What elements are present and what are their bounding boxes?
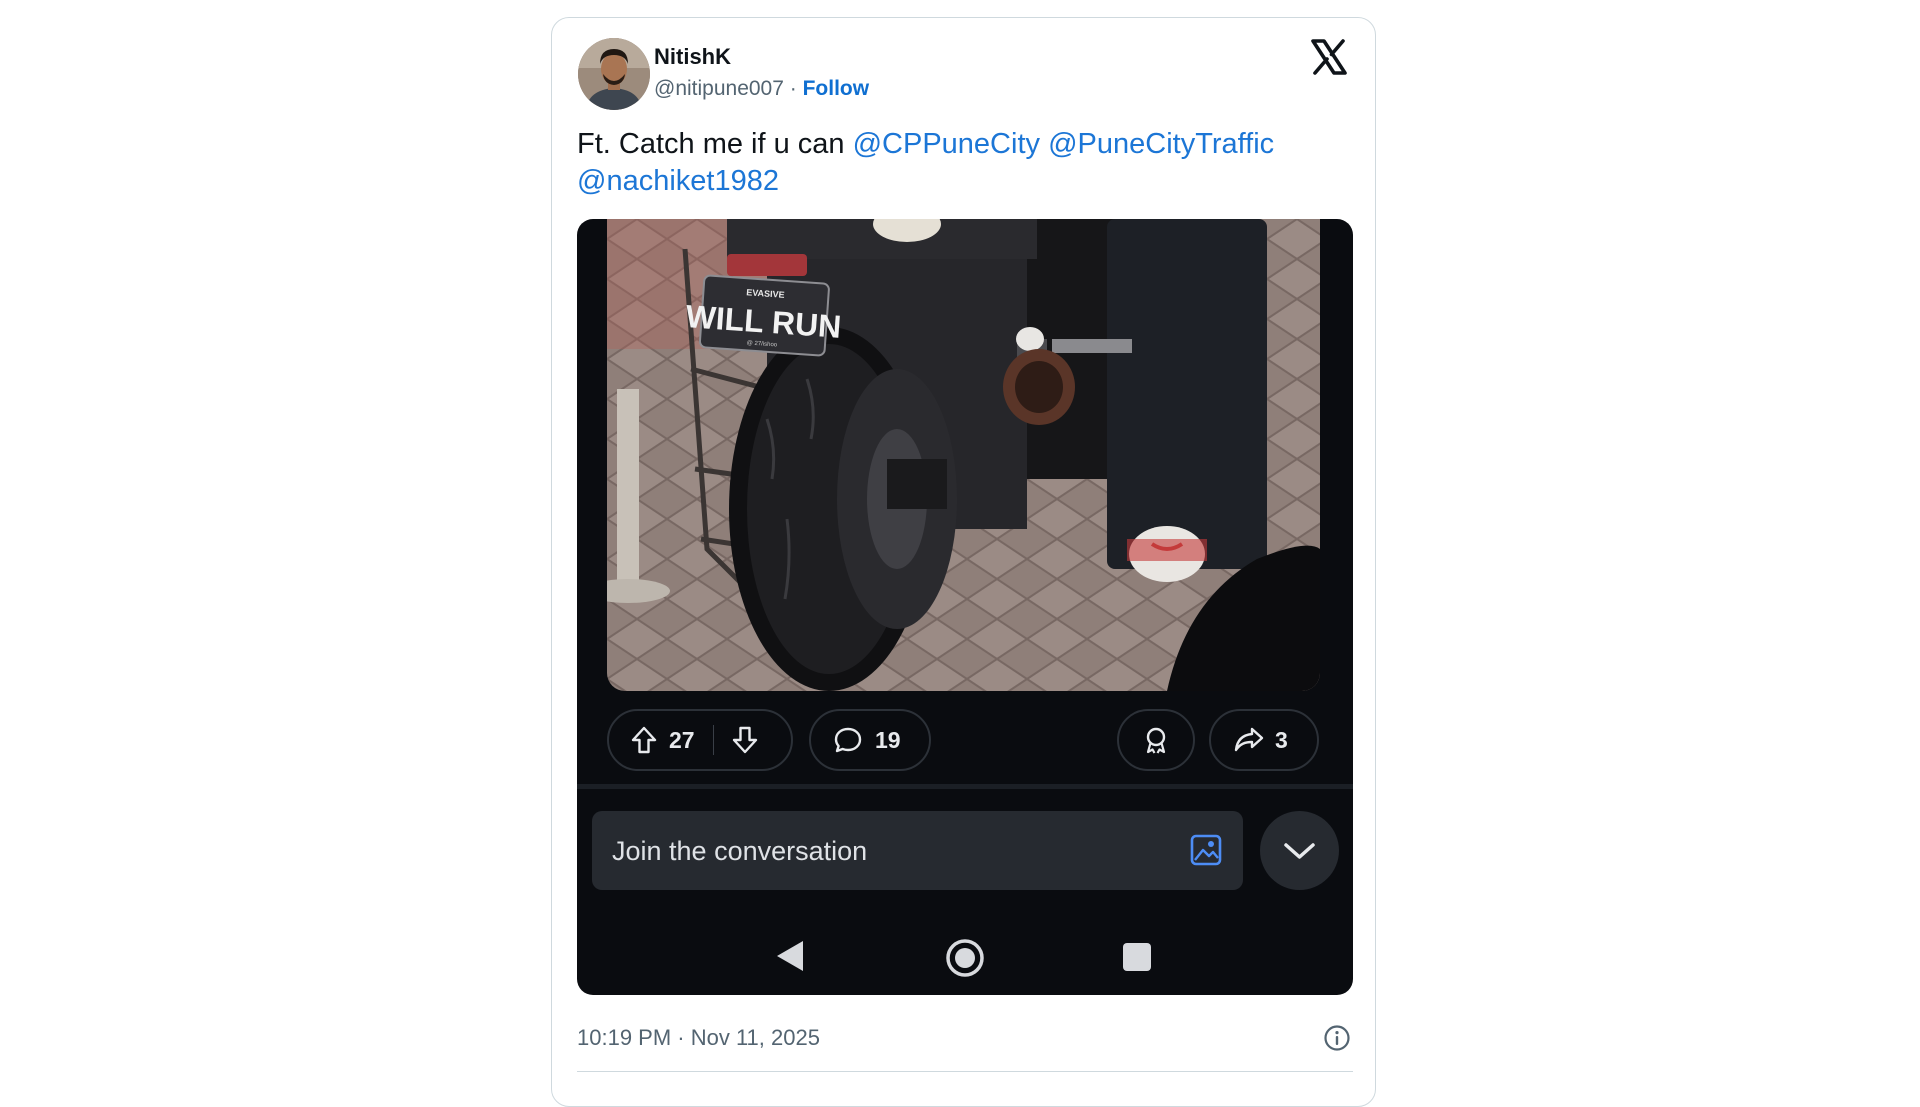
tweet-text: Ft. Catch me if u can @CPPuneCity @PuneC…	[577, 126, 1337, 200]
upvote-icon	[631, 726, 657, 754]
vote-divider	[712, 725, 714, 755]
home-icon	[946, 939, 984, 977]
back-button[interactable]	[775, 939, 805, 978]
handle-separator: ·	[789, 77, 797, 100]
image-icon[interactable]	[1189, 833, 1223, 867]
display-name[interactable]: NitishK	[654, 44, 731, 70]
mention-punecitytraffic[interactable]: @PuneCityTraffic	[1048, 128, 1274, 160]
downvote-icon	[732, 726, 757, 754]
media-screenshot[interactable]: EVASIVE WILL RUN @ 27/ishoo 27 19 3 Join…	[577, 219, 1353, 995]
share-icon	[1234, 727, 1264, 752]
mention-nachiket1982[interactable]: @nachiket1982	[577, 165, 779, 197]
upvote-count: 27	[669, 726, 695, 753]
tweet-embed-card: NitishK @nitipune007 · Follow Ft. Catch …	[551, 17, 1376, 1107]
tweet-body: Ft. Catch me if u can	[577, 128, 845, 160]
comment-input[interactable]: Join the conversation	[592, 811, 1243, 890]
comment-icon	[834, 727, 862, 753]
avatar[interactable]	[578, 38, 650, 110]
x-logo-icon[interactable]	[1310, 38, 1348, 76]
home-button[interactable]	[945, 938, 985, 983]
mention-cppunecity[interactable]: @CPPuneCity	[853, 128, 1040, 160]
comment-placeholder: Join the conversation	[612, 836, 868, 866]
handle-row: @nitipune007 · Follow	[654, 77, 869, 101]
vote-pill: 27	[607, 709, 793, 771]
chevron-down-icon	[1284, 843, 1315, 859]
collapse-button[interactable]	[1260, 811, 1339, 890]
recents-button[interactable]	[1122, 942, 1152, 977]
share-count: 3	[1275, 726, 1288, 753]
avatar-image	[578, 38, 650, 110]
user-handle[interactable]: @nitipune007	[654, 77, 784, 100]
share-button[interactable]: 3	[1209, 709, 1319, 771]
comments-button[interactable]: 19	[809, 709, 931, 771]
follow-button[interactable]: Follow	[803, 77, 870, 100]
downvote-button[interactable]	[730, 725, 760, 755]
award-icon	[1146, 727, 1166, 754]
award-button[interactable]	[1117, 709, 1195, 771]
tweet-timestamp[interactable]: 10:19 PM · Nov 11, 2025	[577, 1025, 820, 1051]
section-divider	[577, 784, 1353, 789]
upvote-button[interactable]: 27	[629, 725, 695, 755]
back-icon	[777, 941, 803, 971]
motorcycle-photo: EVASIVE WILL RUN @ 27/ishoo	[607, 219, 1320, 691]
recents-icon	[1123, 943, 1151, 971]
footer-divider	[577, 1071, 1353, 1072]
info-icon[interactable]	[1323, 1024, 1351, 1052]
comment-count: 19	[875, 726, 901, 753]
